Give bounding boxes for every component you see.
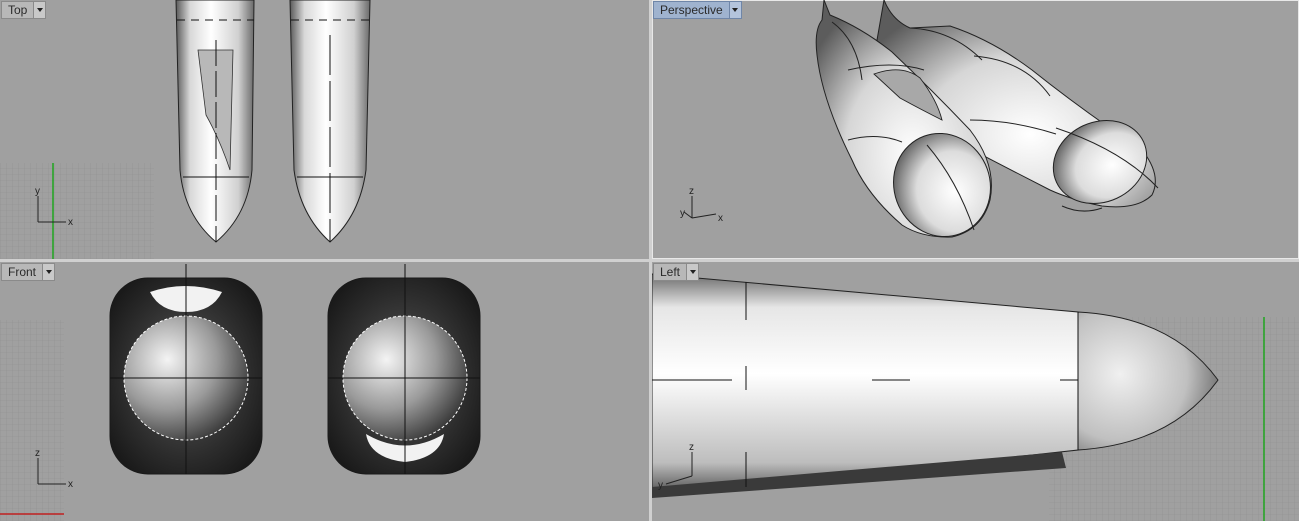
- viewport-left[interactable]: Left z y: [652, 262, 1299, 521]
- chevron-down-icon[interactable]: [33, 2, 46, 18]
- viewport-front[interactable]: Front x z: [0, 262, 649, 521]
- axis-label-z: z: [689, 186, 694, 197]
- axis-label-x: x: [68, 217, 73, 228]
- viewport-tab-front[interactable]: Front: [1, 263, 56, 281]
- viewport-top[interactable]: Top x y: [0, 0, 649, 259]
- viewport-canvas-perspective[interactable]: x z y: [652, 0, 1299, 259]
- axis-gizmo-perspective: x z y: [680, 186, 723, 224]
- axis-label-x: x: [718, 213, 723, 224]
- chevron-down-icon[interactable]: [42, 264, 55, 280]
- axis-label-y: y: [35, 186, 40, 197]
- construction-grid: [0, 320, 64, 521]
- construction-grid: [0, 163, 154, 259]
- viewport-perspective[interactable]: Perspective x z y: [652, 0, 1299, 259]
- viewport-tab-top[interactable]: Top: [1, 1, 47, 19]
- viewport-tab-perspective[interactable]: Perspective: [653, 1, 742, 19]
- axis-label-z: z: [35, 448, 40, 459]
- axis-label-y: y: [680, 208, 685, 219]
- axis-label-x: x: [68, 479, 73, 490]
- viewport-title-top[interactable]: Top: [2, 2, 33, 18]
- pod-left-top-view[interactable]: [175, 0, 255, 243]
- viewport-layout: Top x y Perspective x z y Front x z Left…: [0, 0, 1299, 521]
- pod-right-front-view[interactable]: [327, 264, 481, 475]
- chevron-down-icon[interactable]: [728, 2, 741, 18]
- viewport-title-perspective[interactable]: Perspective: [654, 2, 729, 18]
- axis-label-y: y: [658, 480, 663, 491]
- viewport-title-front[interactable]: Front: [2, 264, 42, 280]
- chevron-down-icon[interactable]: [686, 264, 699, 280]
- pod-left-front-view[interactable]: [109, 264, 263, 475]
- viewport-title-left[interactable]: Left: [654, 264, 686, 280]
- viewport-canvas-front[interactable]: x z: [0, 262, 649, 521]
- viewport-canvas-left[interactable]: z y: [652, 262, 1299, 521]
- viewport-canvas-top[interactable]: x y: [0, 0, 649, 259]
- viewport-tab-left[interactable]: Left: [653, 263, 700, 281]
- pod-right-top-view[interactable]: [289, 0, 371, 243]
- axis-label-z: z: [689, 442, 694, 453]
